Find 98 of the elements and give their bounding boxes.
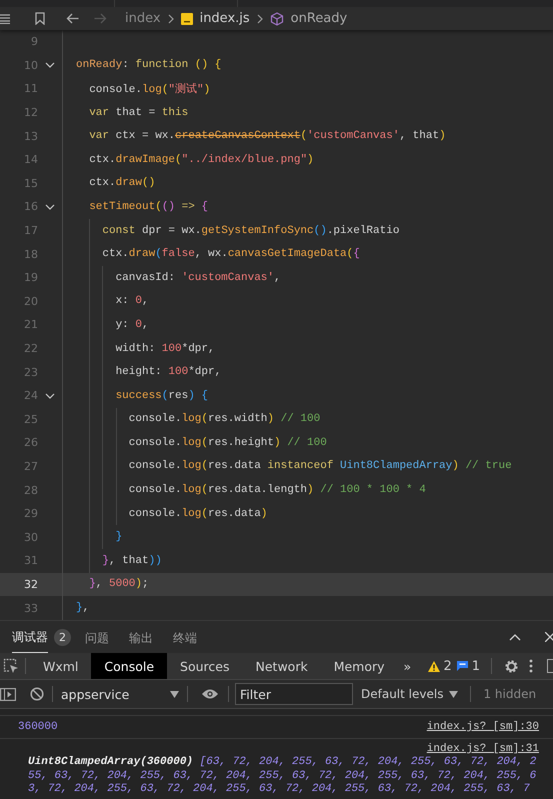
code-line: console.log("测试")	[89, 82, 210, 96]
hidden-count: 1 hidden	[483, 687, 536, 701]
code-line: console.log(res.width) // 100	[128, 413, 320, 426]
line-number: 27	[23, 460, 38, 473]
dropdown-caret-icon	[449, 690, 458, 698]
chevron-icon	[256, 14, 263, 24]
code-line: ctx.draw(false, wx.canvasGetImageData({	[102, 248, 360, 260]
breadcrumb-item[interactable]: index.js	[200, 11, 250, 26]
line-number: 24	[23, 389, 38, 402]
line-number: 13	[23, 130, 38, 143]
warning-icon	[428, 660, 440, 672]
line-number: 11	[23, 82, 38, 96]
chevron-icon	[168, 14, 174, 24]
source-link[interactable]: index.js? [sm]:30	[426, 721, 539, 733]
code-line: var ctx = wx.createCanvasContext('customCanvas', that)	[89, 130, 446, 142]
clear-icon[interactable]	[30, 687, 44, 701]
count-badge: 2	[54, 628, 71, 646]
filter-field[interactable]: Filter	[235, 683, 353, 705]
panel-tab[interactable]: 终端	[173, 622, 197, 652]
line-number: 9	[30, 35, 38, 48]
message-count: 1	[472, 658, 480, 674]
line-number: 33	[23, 602, 38, 615]
message-icon	[456, 661, 468, 671]
panel-tab[interactable]: 输出	[129, 622, 153, 652]
devtools-tab[interactable]: Network	[242, 653, 321, 679]
code-line: width: 100*dpr,	[116, 342, 215, 355]
breadcrumb-item[interactable]: index	[125, 11, 161, 26]
context-dropdown[interactable]: appservice	[61, 686, 179, 702]
code-line: canvasId: 'customCanvas',	[116, 272, 281, 284]
more-options-icon[interactable]	[529, 659, 533, 673]
devtools-tab[interactable]: Wxml	[30, 653, 92, 679]
log-levels-dropdown[interactable]: Default levels	[361, 687, 458, 701]
line-number: 31	[23, 554, 38, 568]
eye-icon[interactable]	[202, 689, 218, 699]
code-line: console.log(res.data instanceof Uint8ClampedArray) // true	[128, 460, 512, 472]
chevron-down-icon[interactable]	[45, 204, 55, 210]
js-file-icon	[180, 12, 193, 24]
devtools-tab[interactable]: Sources	[167, 653, 242, 679]
line-number: 12	[23, 106, 38, 120]
line-number: 17	[23, 224, 38, 238]
array-values: 3, 72, 204, 255, 63, 72, 204, 255, 63, 72, 204, 255, 63, 72, 204, 255, 63, 7	[28, 783, 530, 795]
chevron-down-icon[interactable]	[45, 392, 55, 399]
code-line: x: 0,	[116, 295, 149, 308]
code-line: }, that))	[102, 554, 162, 567]
line-number: 25	[23, 412, 38, 426]
code-line: setTimeout(() => {	[89, 200, 208, 213]
code-line: y: 0,	[116, 318, 149, 331]
more-tabs-button[interactable]: »	[398, 653, 418, 679]
inspect-icon[interactable]	[3, 658, 19, 674]
dropdown-caret-icon	[170, 690, 179, 698]
close-icon[interactable]	[545, 632, 553, 642]
source-link[interactable]: index.js? [sm]:31	[426, 743, 539, 755]
array-type: Uint8ClampedArray(360000)	[28, 756, 194, 768]
line-number: 29	[23, 507, 38, 520]
chevron-down-icon[interactable]	[45, 62, 55, 68]
line-number: 16	[23, 200, 38, 214]
devtools-tab[interactable]: Console	[91, 653, 168, 679]
cube-icon	[270, 12, 284, 26]
line-number: 22	[23, 342, 38, 356]
code-line: console.log(res.height) // 100	[128, 436, 327, 449]
line-number: 19	[23, 271, 38, 284]
dock-icon[interactable]	[547, 659, 553, 673]
code-line: var that = this	[89, 106, 188, 119]
code-line: },	[76, 602, 90, 614]
chevron-up-icon[interactable]	[509, 634, 521, 640]
line-number: 15	[23, 176, 38, 190]
line-number: 32	[23, 578, 38, 591]
code-line: success(res) {	[116, 390, 208, 402]
panel-tab[interactable]: 问题	[85, 622, 109, 652]
code-line: onReady: function () {	[76, 59, 222, 72]
line-number: 23	[23, 366, 38, 379]
line-number: 20	[23, 294, 38, 308]
code-line: const dpr = wx.getSystemInfoSync().pixelRatio	[102, 224, 400, 237]
line-number: 21	[23, 318, 38, 332]
bookmark-icon[interactable]	[35, 12, 45, 25]
code-line: console.log(res.data.length) // 100 * 100 * 4	[128, 484, 426, 496]
breadcrumb-item[interactable]: onReady	[290, 11, 348, 26]
code-line: console.log(res.data)	[128, 508, 268, 520]
code-line: ctx.draw()	[89, 177, 156, 190]
line-number: 26	[23, 436, 38, 450]
sidebar-toggle-icon[interactable]	[0, 688, 16, 700]
code-line: }	[116, 531, 122, 544]
code-line: }, 5000);	[89, 578, 149, 590]
array-values: 55, 63, 72, 204, 255, 63, 72, 204, 255, 63, 72, 204, 255, 63, 72, 204, 255, 6	[28, 770, 536, 782]
code-line: height: 100*dpr,	[116, 366, 222, 378]
line-number: 10	[23, 58, 38, 72]
log-value: 360000	[18, 721, 58, 733]
line-number: 14	[23, 153, 38, 166]
code-line: ctx.drawImage("../index/blue.png")	[89, 154, 314, 166]
devtools-tab[interactable]: Memory	[320, 653, 398, 679]
line-number: 30	[23, 530, 38, 544]
array-values: [63, 72, 204, 255, 63, 72, 204, 255, 63, 72, 204, 2	[200, 756, 536, 768]
warning-count: 2	[443, 658, 452, 674]
line-number: 28	[23, 484, 38, 497]
line-number: 18	[23, 248, 38, 261]
settings-icon[interactable]	[504, 658, 519, 674]
menu-icon[interactable]	[0, 14, 10, 24]
back-arrow-icon[interactable]	[66, 13, 79, 24]
